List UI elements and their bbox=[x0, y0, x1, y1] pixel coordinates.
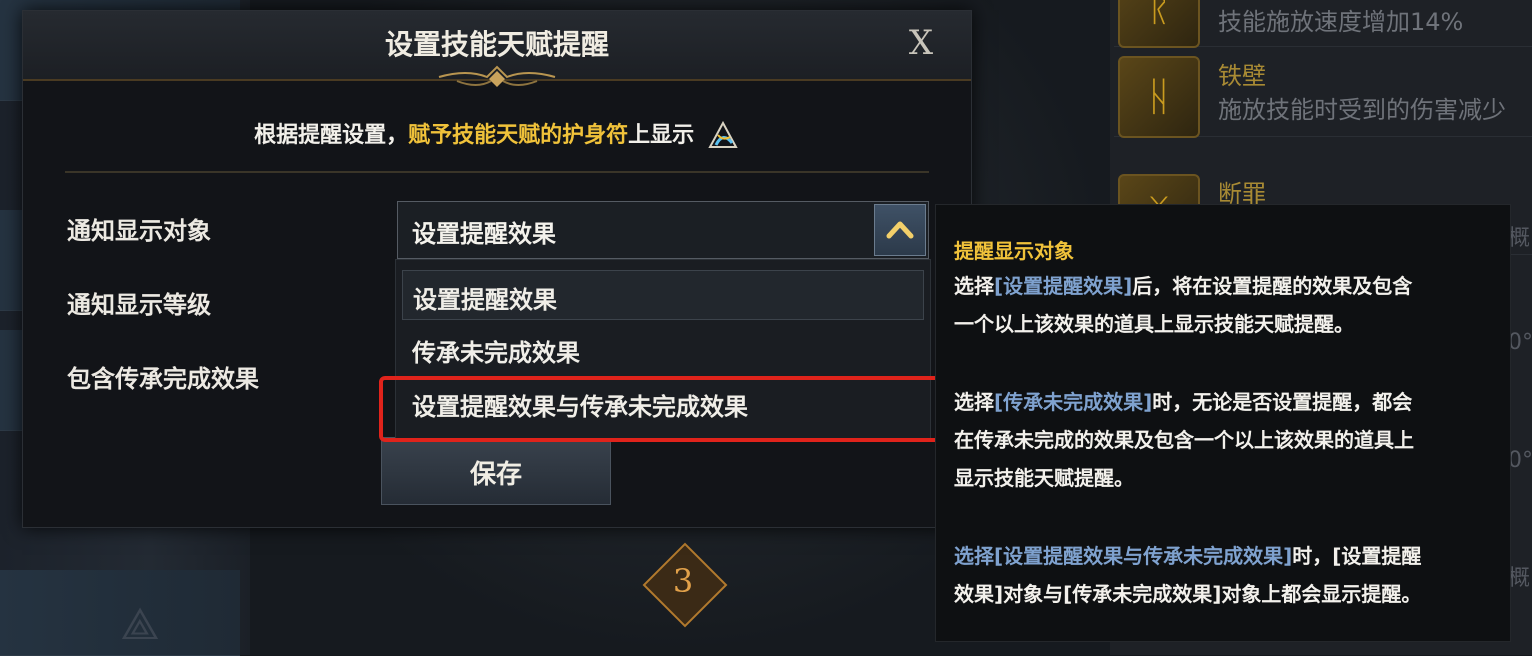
notify-target-select[interactable]: 设置提醒效果 bbox=[397, 201, 929, 259]
notify-level-label: 通知显示等级 bbox=[67, 291, 211, 319]
tooltip-text: 效果]对象与[传承未完成效果]对象上都会显示提醒。 bbox=[954, 582, 1422, 606]
tooltip-paragraph: 选择[传承未完成效果]时，无论是否设置提醒，都会 在传承未完成的效果及包含一个以… bbox=[954, 383, 1494, 497]
tooltip-text: 显示技能天赋提醒。 bbox=[954, 466, 1134, 490]
notice-prefix: 根据提醒设置， bbox=[254, 123, 409, 148]
save-button-label: 保存 bbox=[469, 460, 522, 490]
notice-highlight: 赋予技能天赋的护身符 bbox=[408, 123, 629, 148]
tooltip-text: 时，[设置提醒 bbox=[1292, 544, 1422, 568]
save-button[interactable]: 保存 bbox=[381, 437, 611, 505]
bg-side-text: 概 bbox=[1508, 566, 1531, 591]
tooltip-text: 选择 bbox=[954, 274, 994, 298]
notify-target-label: 通知显示对象 bbox=[67, 217, 211, 245]
bg-side-text: 0° bbox=[1508, 330, 1532, 355]
tooltip-text: 在传承未完成的效果及包含一个以上该效果的道具上 bbox=[954, 428, 1414, 452]
highlight-annotation-frame bbox=[379, 376, 963, 442]
divider bbox=[65, 171, 929, 173]
skill-talent-reminder-dialog: 设置技能天赋提醒 X 根据提醒设置，赋予技能天赋的护身符上显示 通知显示对象 通… bbox=[22, 10, 972, 528]
bg-skill-desc: 技能施放速度增加14% bbox=[1218, 8, 1464, 36]
target-help-tooltip: 提醒显示对象 选择[设置提醒效果]后，将在设置提醒的效果及包含 一个以上该效果的… bbox=[935, 204, 1511, 642]
dropdown-option-label: 设置提醒效果 bbox=[413, 286, 557, 314]
tooltip-option-text: [设置提醒效果] bbox=[994, 274, 1133, 298]
tooltip-title: 提醒显示对象 bbox=[954, 239, 1074, 263]
notice-text: 根据提醒设置，赋予技能天赋的护身符上显示 bbox=[23, 117, 971, 151]
level-badge-number: 3 bbox=[672, 562, 694, 600]
tooltip-option-text: 选择[设置提醒效果与传承未完成效果] bbox=[954, 544, 1293, 568]
bg-side-text: 概 bbox=[1508, 226, 1531, 251]
header-ornament-icon bbox=[438, 65, 556, 87]
dropdown-option-label: 传承未完成效果 bbox=[412, 339, 580, 367]
notice-suffix: 上显示 bbox=[628, 123, 695, 148]
select-current-value: 设置提醒效果 bbox=[412, 220, 556, 248]
bg-side-text: 0° bbox=[1508, 448, 1532, 473]
tooltip-text: 后，将在设置提醒的效果及包含 bbox=[1132, 274, 1413, 298]
include-inherit-label: 包含传承完成效果 bbox=[67, 365, 259, 393]
bg-skill-name: 铁壁 bbox=[1218, 62, 1266, 90]
bg-skill-entry: ᚱ 技能施放速度增加14% bbox=[1114, 0, 1532, 48]
close-button[interactable]: X bbox=[899, 23, 943, 63]
skill-rune-icon: ᚺ bbox=[1118, 56, 1200, 138]
dropdown-option[interactable]: 传承未完成效果 bbox=[402, 324, 922, 372]
dropdown-option[interactable]: 设置提醒效果 bbox=[402, 270, 924, 320]
dialog-title: 设置技能天赋提醒 bbox=[384, 28, 609, 61]
class-emblem-icon: ⟁ bbox=[120, 599, 160, 650]
chevron-up-icon bbox=[886, 221, 914, 239]
bg-skill-entry: ᚺ 铁壁 施放技能时受到的伤害减少 bbox=[1114, 50, 1532, 138]
bg-skill-desc: 施放技能时受到的伤害减少 bbox=[1218, 96, 1506, 124]
tooltip-text: 选择 bbox=[954, 390, 994, 414]
select-toggle-button[interactable] bbox=[874, 204, 926, 256]
skill-rune-icon: ᚱ bbox=[1118, 0, 1200, 48]
tooltip-text: 一个以上该效果的道具上显示技能天赋提醒。 bbox=[954, 312, 1354, 336]
amulet-icon bbox=[708, 121, 738, 148]
tooltip-paragraph: 选择[设置提醒效果与传承未完成效果]时，[设置提醒 效果]对象与[传承未完成效果… bbox=[954, 537, 1494, 613]
tooltip-option-text: [传承未完成效果] bbox=[994, 390, 1153, 414]
tooltip-paragraph: 选择[设置提醒效果]后，将在设置提醒的效果及包含 一个以上该效果的道具上显示技能… bbox=[954, 267, 1494, 343]
tooltip-text: 时，无论是否设置提醒，都会 bbox=[1152, 390, 1413, 414]
